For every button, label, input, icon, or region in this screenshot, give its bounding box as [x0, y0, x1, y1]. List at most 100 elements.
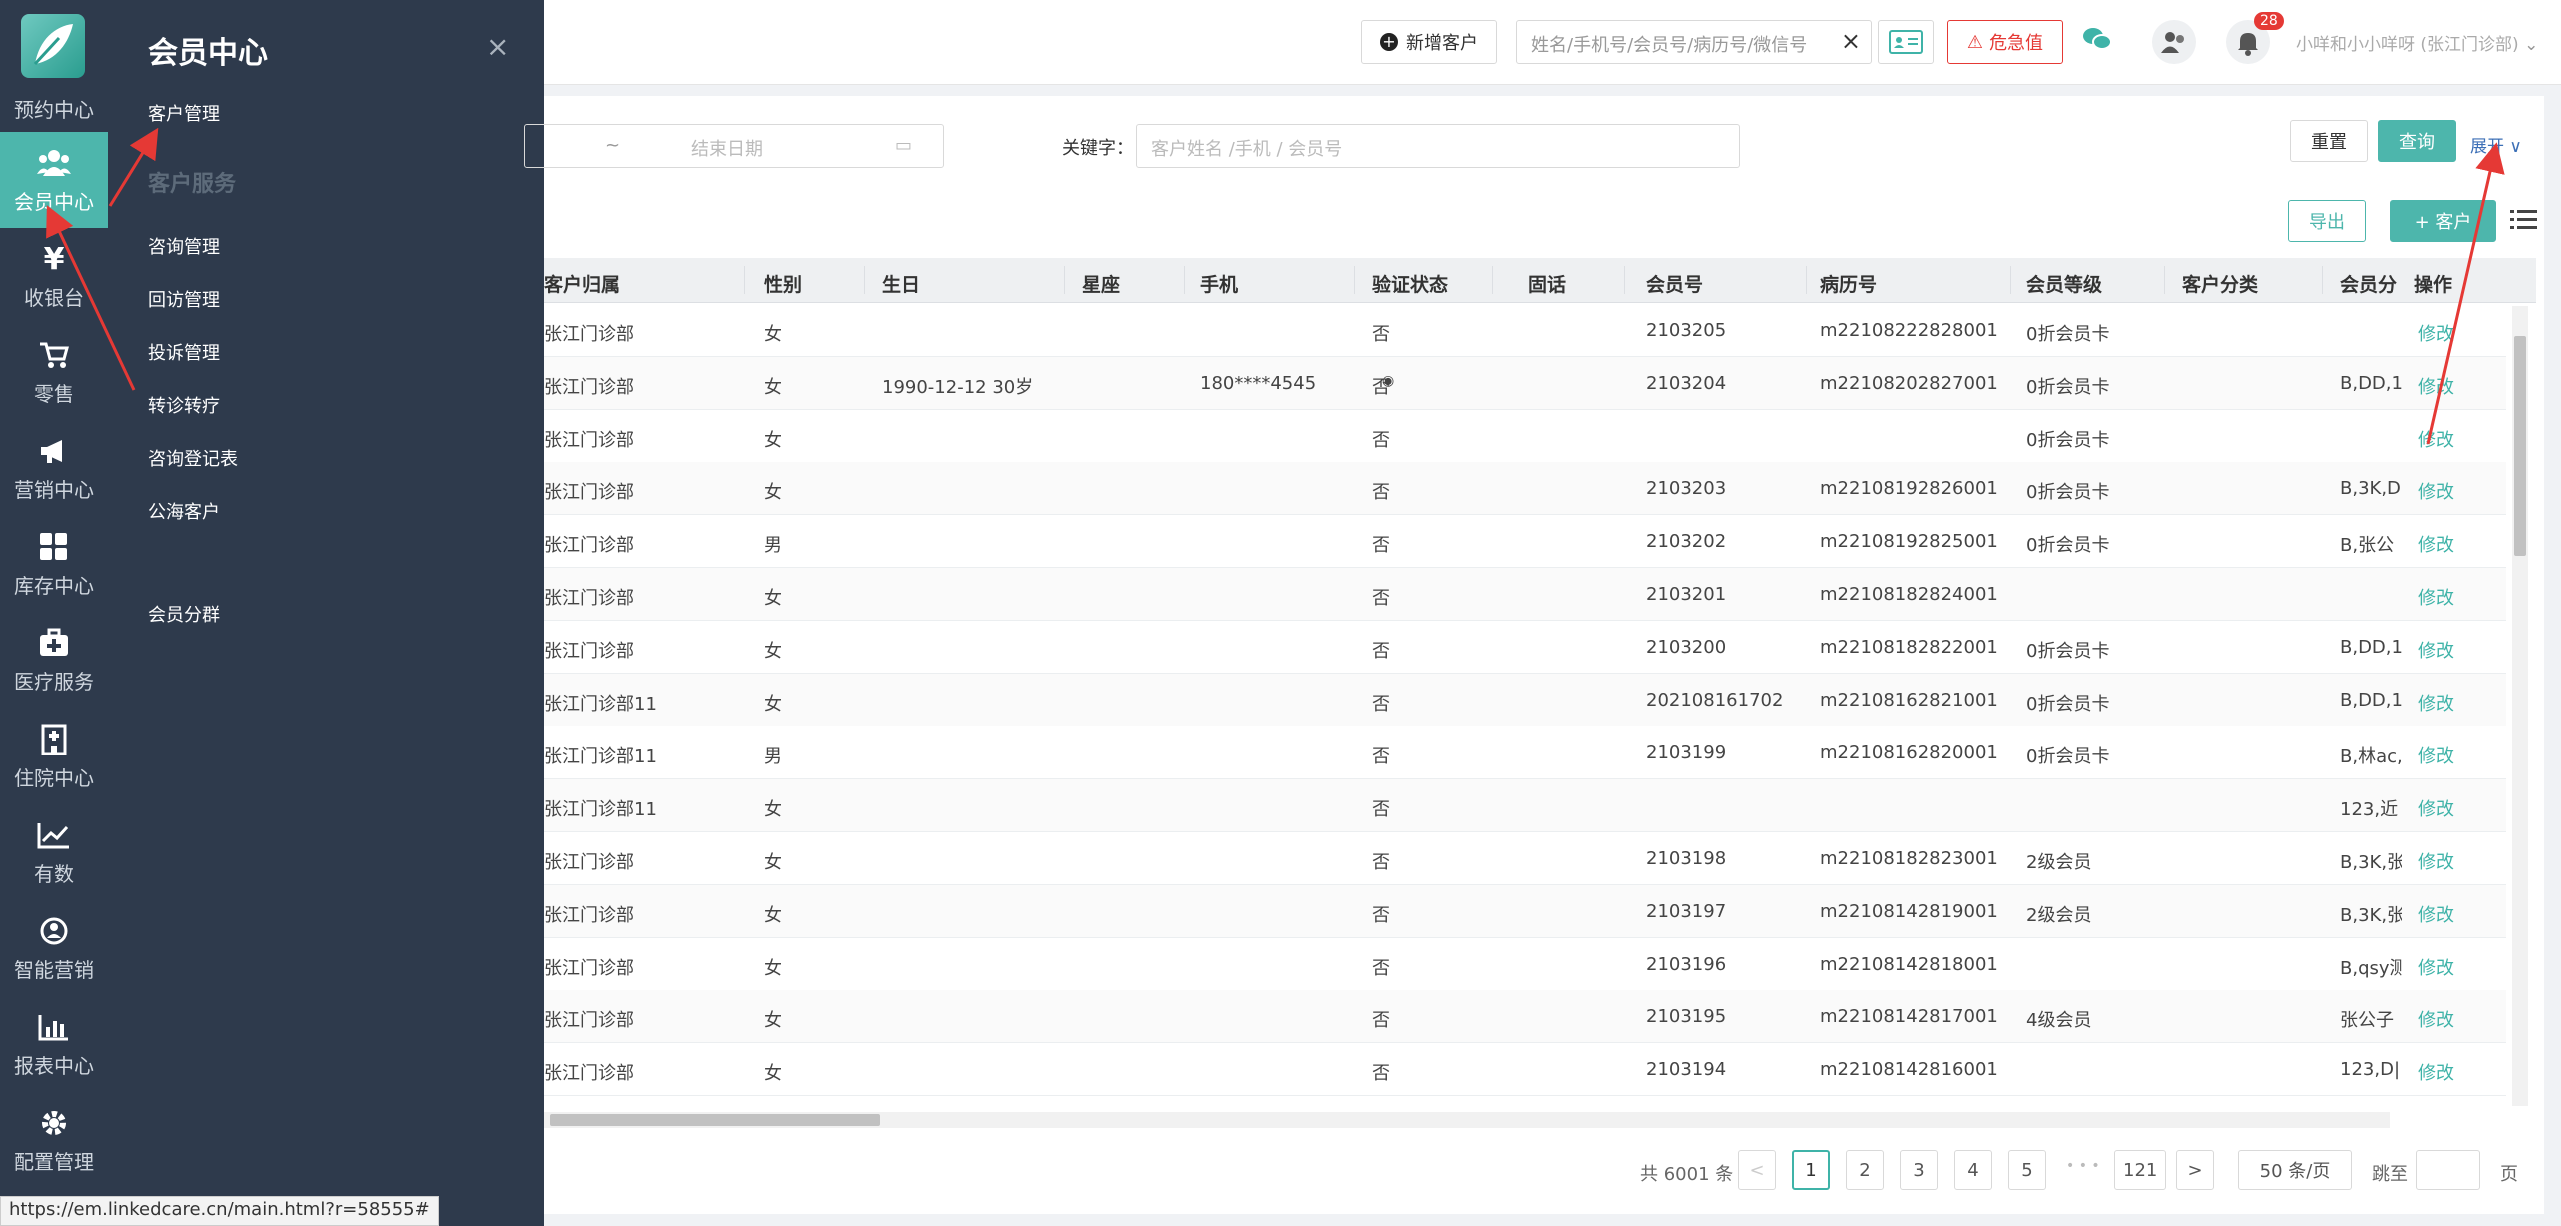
edit-link[interactable]: 修改 [2408, 953, 2506, 980]
critical-value-button[interactable]: ⚠ 危急值 [1947, 20, 2063, 64]
edit-link[interactable]: 修改 [2408, 848, 2506, 874]
vertical-scrollbar[interactable] [2512, 306, 2528, 1106]
col-header-category[interactable]: 客户分类 [2182, 270, 2258, 297]
table-row[interactable]: 张江门诊部 女 否 2103198 m22108182823001 2级会员 B,3K,张修… [544, 832, 2506, 885]
date-range-picker[interactable]: ~ 结束日期 ▭ [524, 124, 944, 168]
col-header-zodiac[interactable]: 星座 [1082, 270, 1120, 297]
rail-item-appointments[interactable]: 预约中心 [0, 96, 108, 132]
col-header-member-no[interactable]: 会员号 [1646, 270, 1703, 297]
page-button[interactable]: 4 [1954, 1150, 1992, 1190]
notifications-button[interactable]: 28 [2226, 12, 2284, 64]
new-customer-button[interactable]: + 新增客户 [1361, 20, 1497, 64]
table-row[interactable]: 张江门诊部11 男 否 2103199 m22108162820001 0折会员卡 B,林a… [544, 726, 2506, 780]
edit-link[interactable]: 修改 [2408, 900, 2506, 927]
flyout-item-consult-register[interactable]: 咨询登记表 [148, 445, 238, 471]
col-header-member-tags[interactable]: 会员分 [2340, 270, 2397, 297]
edit-link[interactable]: 修改 [2408, 795, 2506, 822]
edit-link[interactable]: 修改 [2408, 689, 2506, 716]
page-button[interactable]: 3 [1900, 1150, 1938, 1190]
table-row[interactable]: 张江门诊部 男 否 2103202 m22108192825001 0折会员卡 B,张公 修改 [544, 515, 2506, 569]
col-header-phone[interactable]: 手机 [1200, 270, 1238, 297]
rail-item-smart-marketing[interactable]: 智能营销 [0, 900, 108, 996]
table-row[interactable]: 张江门诊部 女 否 2103194 m22108142816001 123,D| 修改 [544, 1043, 2506, 1097]
table-row[interactable]: 张江门诊部 女 否 2103200 m22108182822001 0折会员卡 B,DD,1… [544, 620, 2506, 674]
col-divider[interactable] [2322, 266, 2323, 294]
query-button[interactable]: 查询 [2378, 120, 2456, 162]
col-header-sex[interactable]: 性别 [764, 270, 802, 297]
wechat-icon[interactable] [2082, 26, 2114, 58]
table-row[interactable]: 张江门诊部 女 否 2103195 m22108142817001 4级会员 张公子 修改 [544, 990, 2506, 1044]
goto-page-input[interactable] [2416, 1150, 2480, 1190]
edit-link[interactable]: 修改 [2408, 531, 2506, 558]
col-divider[interactable] [1064, 266, 1065, 294]
edit-link[interactable]: 修改 [2408, 478, 2506, 505]
col-divider[interactable] [1354, 266, 1355, 294]
id-card-button[interactable] [1878, 20, 1934, 64]
table-row[interactable]: 张江门诊部11 女 否 123,近 修改 [544, 779, 2506, 833]
col-header-record-no[interactable]: 病历号 [1820, 270, 1877, 297]
rail-item-reports[interactable]: 报表中心 [0, 996, 108, 1092]
global-search-input[interactable]: 姓名/手机号/会员号/病历号/微信号 × [1516, 20, 1872, 64]
flyout-item-consultation[interactable]: 咨询管理 [148, 233, 220, 259]
page-button[interactable]: 5 [2008, 1150, 2046, 1190]
col-divider[interactable] [2010, 266, 2011, 294]
col-divider[interactable] [864, 266, 865, 294]
flyout-item-member-segments[interactable]: 会员分群 [148, 601, 220, 627]
scrollbar-thumb[interactable] [2514, 336, 2526, 556]
rail-item-inventory[interactable]: 库存中心 [0, 516, 108, 612]
page-button[interactable]: 2 [1846, 1150, 1884, 1190]
export-button[interactable]: 导出 [2288, 200, 2366, 242]
scrollbar-thumb[interactable] [550, 1114, 880, 1126]
rail-item-cashier[interactable]: ¥ 收银台 [0, 228, 108, 324]
edit-link[interactable]: 修改 [2408, 742, 2506, 769]
col-header-birthday[interactable]: 生日 [882, 270, 920, 297]
col-header-verified[interactable]: 验证状态 [1372, 270, 1448, 297]
table-row[interactable]: 张江门诊部女 1990-12-12 30岁 180****4545 否 2103204 m… [544, 356, 2506, 410]
edit-link[interactable]: 修改 [2408, 320, 2506, 346]
table-row[interactable]: 张江门诊部 女 否 2103205 m22108222828001 0折会员卡 修改 [544, 304, 2506, 357]
page-ellipsis[interactable]: • • • [2066, 1158, 2100, 1174]
app-logo[interactable] [21, 14, 85, 78]
edit-link[interactable]: 修改 [2408, 636, 2506, 663]
col-divider[interactable] [2164, 266, 2165, 294]
page-size-select[interactable]: 50 条/页 [2238, 1150, 2352, 1190]
col-divider[interactable] [744, 266, 745, 294]
col-divider[interactable] [1492, 266, 1493, 294]
edit-link[interactable]: 修改 [2408, 1006, 2506, 1033]
flyout-item-public-customers[interactable]: 公海客户 [148, 498, 220, 524]
eye-icon[interactable]: ◉ [1382, 373, 1394, 389]
rail-item-medical[interactable]: 医疗服务 [0, 612, 108, 708]
table-row[interactable]: 张江门诊部 女 否 2103196 m22108142818001 B,qsy测 修改 [544, 937, 2506, 991]
table-row[interactable]: 张江门诊部 女 否 2103203 m22108192826001 0折会员卡 B,3K,D… [544, 462, 2506, 516]
reset-button[interactable]: 重置 [2290, 120, 2368, 162]
column-settings-icon[interactable] [2510, 208, 2538, 234]
page-button-last[interactable]: 121 [2114, 1150, 2167, 1190]
flyout-item-followup[interactable]: 回访管理 [148, 286, 220, 312]
table-row[interactable]: 张江门诊部 女 否 2103197 m22108142819001 2级会员 B,3K,张修… [544, 884, 2506, 938]
col-header-dept[interactable]: 客户归属 [544, 270, 620, 297]
table-row[interactable]: 张江门诊部11 女 否 202108161702 m22108162821001 0折会员… [544, 673, 2506, 727]
edit-link[interactable]: 修改 [2408, 584, 2506, 610]
horizontal-scrollbar[interactable] [544, 1112, 2390, 1128]
close-icon[interactable]: × [486, 30, 509, 63]
edit-link[interactable]: 修改 [2408, 425, 2506, 452]
rail-item-inpatient[interactable]: 住院中心 [0, 708, 108, 804]
flyout-item-complaints[interactable]: 投诉管理 [148, 339, 220, 365]
col-divider[interactable] [1624, 266, 1625, 294]
table-row[interactable]: 张江门诊部 女 否 0折会员卡 修改 [544, 409, 2506, 463]
clear-icon[interactable]: × [1841, 27, 1861, 55]
prev-page-button[interactable]: < [1738, 1150, 1776, 1190]
expand-toggle[interactable]: 展开 ∨ [2470, 132, 2522, 157]
rail-item-marketing[interactable]: 营销中心 [0, 420, 108, 516]
user-menu[interactable]: 小咩和小小咩呀 (张江门诊部) ⌄ [2296, 30, 2538, 55]
flyout-item-customer-management[interactable]: 客户管理 [148, 100, 220, 126]
rail-item-retail[interactable]: 零售 [0, 324, 108, 420]
edit-link[interactable]: 修改 [2408, 372, 2506, 399]
add-customer-button[interactable]: + 客户 [2390, 200, 2496, 242]
next-page-button[interactable]: > [2176, 1150, 2214, 1190]
col-header-level[interactable]: 会员等级 [2026, 270, 2102, 297]
rail-item-data[interactable]: 有数 [0, 804, 108, 900]
edit-link[interactable]: 修改 [2408, 1059, 2506, 1086]
team-button[interactable] [2152, 20, 2196, 64]
col-header-landline[interactable]: 固话 [1528, 270, 1566, 297]
